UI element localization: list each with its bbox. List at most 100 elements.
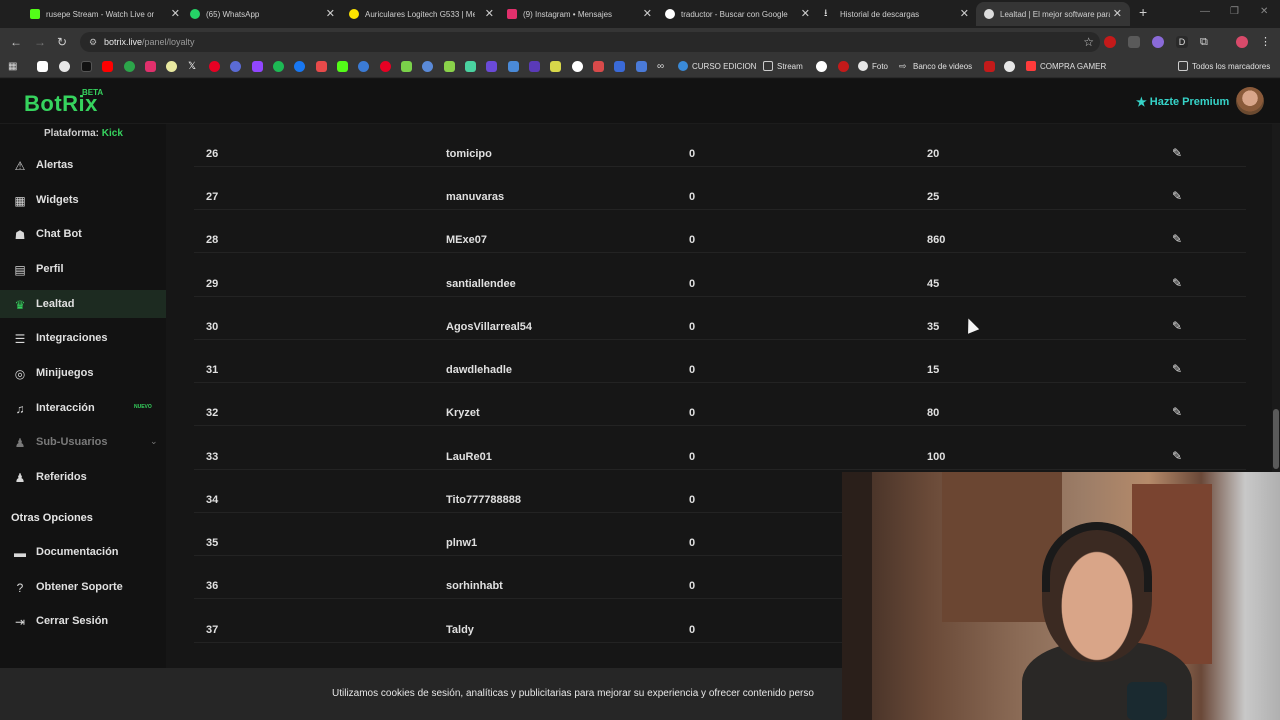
- tab-downloads[interactable]: ⭳ Historial de descargas ✕: [824, 4, 969, 24]
- sidebar-item-interaccion[interactable]: ♫ Interacción NUEVO: [0, 394, 166, 422]
- sidebar-item-referidos[interactable]: ♟ Referidos: [0, 463, 166, 491]
- extension-pen-icon[interactable]: [1128, 36, 1140, 48]
- value-cell: 0: [689, 364, 696, 376]
- pinterest-icon[interactable]: [209, 61, 220, 72]
- minimize-icon[interactable]: —: [1200, 6, 1210, 17]
- bookmark-icon[interactable]: [37, 61, 48, 72]
- restore-icon[interactable]: ❐: [1230, 6, 1239, 17]
- extension-red-icon[interactable]: [1104, 36, 1116, 48]
- url-field[interactable]: ⚙ botrix.live/panel/loyalty ☆: [80, 32, 1100, 52]
- bookmark-curso-edicion[interactable]: CURSO EDICION: [678, 61, 756, 71]
- pencil-icon[interactable]: ✎: [1172, 319, 1182, 333]
- pencil-icon[interactable]: ✎: [1172, 189, 1182, 203]
- sidebar-item-cerrar-sesion[interactable]: ⇥ Cerrar Sesión: [0, 607, 166, 635]
- sidebar-item-alertas[interactable]: ⚠ Alertas: [0, 151, 166, 179]
- bookmark-icon[interactable]: ∞: [657, 61, 668, 72]
- close-icon[interactable]: ✕: [960, 7, 969, 20]
- premium-button[interactable]: ★ Hazte Premium: [1136, 95, 1229, 109]
- bookmark-icon[interactable]: [486, 61, 497, 72]
- kick-icon: [30, 9, 40, 19]
- twitch-icon[interactable]: [252, 61, 263, 72]
- close-icon[interactable]: ✕: [801, 7, 810, 20]
- bookmark-icon[interactable]: [614, 61, 625, 72]
- bookmark-icon[interactable]: [572, 61, 583, 72]
- bookmark-banco-de-videos[interactable]: ⇨ Banco de videos: [899, 61, 972, 71]
- bookmark-icon[interactable]: [124, 61, 135, 72]
- sidebar-item-widgets[interactable]: ▦ Widgets: [0, 186, 166, 214]
- close-icon[interactable]: ✕: [1113, 7, 1122, 20]
- sidebar-item-chat-bot[interactable]: ☗ Chat Bot: [0, 220, 166, 248]
- site-info-icon[interactable]: ⚙: [89, 37, 97, 48]
- tab-lealtad[interactable]: Lealtad | El mejor software para ✕: [976, 2, 1130, 26]
- sidebar-item-sub-usuarios[interactable]: ♟ Sub-Usuarios ⌄: [0, 428, 166, 456]
- tab-google-translate[interactable]: traductor - Buscar con Google ✕: [665, 4, 810, 24]
- extensions-puzzle-icon[interactable]: ⧉: [1200, 36, 1212, 48]
- sidebar-item-lealtad[interactable]: ♛ Lealtad: [0, 290, 166, 318]
- bookmark-compra-gamer[interactable]: COMPRA GAMER: [1026, 61, 1106, 71]
- sidebar-item-perfil[interactable]: ▤ Perfil: [0, 255, 166, 283]
- bookmark-foto[interactable]: Foto: [858, 61, 888, 71]
- pencil-icon[interactable]: ✎: [1172, 362, 1182, 376]
- bookmark-icon[interactable]: [465, 61, 476, 72]
- tab-label: traductor - Buscar con Google: [681, 9, 788, 19]
- new-tab-icon[interactable]: +: [1139, 4, 1147, 20]
- sidebar-item-minijuegos[interactable]: ◎ Minijuegos: [0, 359, 166, 387]
- tab-mercadolibre[interactable]: Auriculares Logitech G533 | Me ✕: [349, 4, 494, 24]
- close-icon[interactable]: ✕: [171, 7, 180, 20]
- tiktok-icon[interactable]: [81, 61, 92, 72]
- window-close-icon[interactable]: ✕: [1260, 6, 1268, 17]
- bookmark-icon[interactable]: [444, 61, 455, 72]
- extension-purple-icon[interactable]: [1152, 36, 1164, 48]
- bookmark-icon[interactable]: [550, 61, 561, 72]
- url-host: botrix.live: [104, 37, 143, 47]
- extension-d-icon[interactable]: D: [1176, 36, 1188, 48]
- bookmark-icon[interactable]: [636, 61, 647, 72]
- bookmark-icon[interactable]: [316, 61, 327, 72]
- kick-icon[interactable]: [337, 61, 348, 72]
- youtube-icon[interactable]: [102, 61, 113, 72]
- close-icon[interactable]: ✕: [643, 7, 652, 20]
- browser-menu-icon[interactable]: ⋮: [1260, 36, 1272, 48]
- back-icon[interactable]: ←: [10, 35, 22, 49]
- avatar[interactable]: [1236, 87, 1264, 115]
- bookmark-icon[interactable]: [59, 61, 70, 72]
- bookmark-icon[interactable]: [166, 61, 177, 72]
- pencil-icon[interactable]: ✎: [1172, 449, 1182, 463]
- bookmark-icon[interactable]: [230, 61, 241, 72]
- pinterest-icon[interactable]: [380, 61, 391, 72]
- bookmark-icon[interactable]: [422, 61, 433, 72]
- forward-icon[interactable]: →: [34, 35, 46, 49]
- sidebar-item-documentacion[interactable]: ▬ Documentación: [0, 538, 166, 566]
- close-icon[interactable]: ✕: [485, 7, 494, 20]
- bookmark-icon[interactable]: [816, 61, 827, 72]
- pencil-icon[interactable]: ✎: [1172, 232, 1182, 246]
- tab-instagram[interactable]: (9) Instagram • Mensajes ✕: [507, 4, 652, 24]
- spotify-icon[interactable]: [273, 61, 284, 72]
- sidebar-item-obtener-soporte[interactable]: ? Obtener Soporte: [0, 573, 166, 601]
- bookmark-icon[interactable]: [529, 61, 540, 72]
- bookmark-star-icon[interactable]: ☆: [1083, 35, 1094, 49]
- tab-kick[interactable]: rusepe Stream - Watch Live on ✕: [30, 4, 180, 24]
- bookmark-icon[interactable]: [401, 61, 412, 72]
- bookmark-icon[interactable]: [1004, 61, 1015, 72]
- close-icon[interactable]: ✕: [326, 7, 335, 20]
- pencil-icon[interactable]: ✎: [1172, 405, 1182, 419]
- facebook-icon[interactable]: [294, 61, 305, 72]
- bookmark-icon[interactable]: [593, 61, 604, 72]
- scrollbar-thumb[interactable]: [1273, 409, 1279, 469]
- bookmark-icon[interactable]: [358, 61, 369, 72]
- instagram-icon[interactable]: [145, 61, 156, 72]
- bookmark-stream[interactable]: Stream: [763, 61, 803, 71]
- pencil-icon[interactable]: ✎: [1172, 146, 1182, 160]
- sidebar-item-integraciones[interactable]: ☰ Integraciones: [0, 324, 166, 352]
- tab-whatsapp[interactable]: (65) WhatsApp ✕: [190, 4, 335, 24]
- all-bookmarks[interactable]: Todos los marcadores: [1178, 61, 1270, 71]
- apps-grid-icon[interactable]: ▦: [8, 61, 19, 72]
- bookmark-icon[interactable]: [838, 61, 849, 72]
- x-twitter-icon[interactable]: 𝕏: [188, 61, 199, 72]
- pencil-icon[interactable]: ✎: [1172, 276, 1182, 290]
- reload-icon[interactable]: ↻: [57, 35, 67, 49]
- profile-avatar-icon[interactable]: [1236, 36, 1248, 48]
- bookmark-icon[interactable]: [508, 61, 519, 72]
- bookmark-icon[interactable]: [984, 61, 995, 72]
